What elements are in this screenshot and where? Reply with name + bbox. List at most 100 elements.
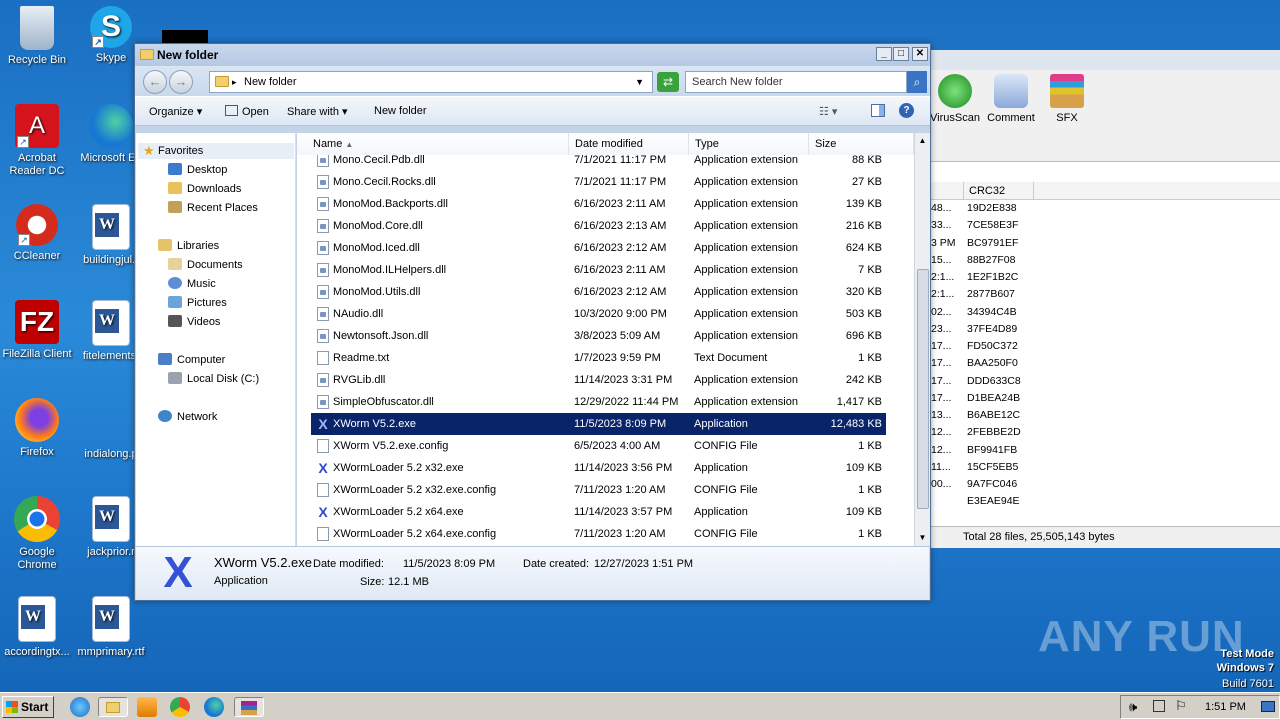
file-row[interactable]: RVGLib.dll 11/14/2023 3:31 PM Application … xyxy=(311,369,886,391)
preview-pane-icon[interactable] xyxy=(871,104,885,117)
file-row[interactable]: MonoMod.ILHelpers.dll 6/16/2023 2:11 AM Ap… xyxy=(311,259,886,281)
virusscan-button[interactable]: VirusScan xyxy=(923,74,987,124)
file-row[interactable]: Mono.Cecil.Rocks.dll 7/1/2021 11:17 PM App… xyxy=(311,171,886,193)
file-row[interactable]: MonoMod.Core.dll 6/16/2023 2:13 AM Applica… xyxy=(311,215,886,237)
nav-favorites[interactable]: ★ Favorites xyxy=(138,143,294,159)
crc-value: 34394C4B xyxy=(967,305,1017,318)
column-header-date[interactable]: Date modified xyxy=(569,133,689,155)
address-bar[interactable]: ▸ New folder ▼ xyxy=(209,71,653,93)
nav-desktop[interactable]: Desktop xyxy=(168,162,227,178)
flag-icon[interactable]: ⚐ xyxy=(1175,698,1187,714)
nav-videos[interactable]: Videos xyxy=(168,314,220,330)
nav-network[interactable]: Network xyxy=(158,409,217,425)
date-fragment: 2:1... xyxy=(931,271,955,283)
clock[interactable]: 1:51 PM xyxy=(1205,701,1246,713)
comment-button[interactable]: Comment xyxy=(979,74,1043,124)
file-row[interactable]: X XWormLoader 5.2 x32.exe 11/14/2023 3:56 … xyxy=(311,457,886,479)
desktop-icon-recycle-bin[interactable]: Recycle Bin xyxy=(0,6,74,67)
ie-icon[interactable] xyxy=(70,697,90,717)
address-dropdown-icon[interactable]: ▼ xyxy=(635,72,644,92)
file-row[interactable]: MonoMod.Backports.dll 6/16/2023 2:11 AM Ap… xyxy=(311,193,886,215)
new-folder-button[interactable]: New folder xyxy=(374,105,427,117)
file-row[interactable]: XWorm V5.2.exe.config 6/5/2023 4:00 AM CON… xyxy=(311,435,886,457)
nav-computer[interactable]: Computer xyxy=(158,352,225,368)
back-button[interactable]: ← xyxy=(143,70,167,94)
share-with-button[interactable]: Share with ▾ xyxy=(287,105,348,118)
dll-file-icon xyxy=(317,263,329,277)
crc-value: DDD633C8 xyxy=(967,374,1021,387)
winrar-taskbar-icon[interactable] xyxy=(234,697,264,717)
cell-size: 1 KB xyxy=(858,440,882,452)
nav-downloads[interactable]: Downloads xyxy=(168,181,241,197)
file-row[interactable]: MonoMod.Utils.dll 6/16/2023 2:12 AM Applic… xyxy=(311,281,886,303)
file-row[interactable]: XWormLoader 5.2 x64.exe.config 7/11/2023 … xyxy=(311,523,886,545)
file-row[interactable]: Readme.txt 1/7/2023 9:59 PM Text Document 1… xyxy=(311,347,886,369)
help-icon[interactable]: ? xyxy=(899,103,914,118)
search-input[interactable]: Search New folder xyxy=(685,71,907,93)
file-row[interactable]: SimpleObfuscator.dll 12/29/2022 11:44 PM A… xyxy=(311,391,886,413)
system-tray: 🕪 ⚐ 1:51 PM xyxy=(1120,695,1280,719)
show-desktop-icon[interactable] xyxy=(1261,701,1275,712)
cell-name: NAudio.dll xyxy=(333,308,384,320)
scroll-thumb[interactable] xyxy=(917,269,929,509)
dll-file-icon xyxy=(317,155,329,167)
scroll-down-arrow[interactable]: ▼ xyxy=(915,530,930,546)
close-button[interactable]: ✕ xyxy=(912,47,928,61)
nav-libraries[interactable]: Libraries xyxy=(158,238,219,254)
desktop-icon-filezilla[interactable]: FZ FileZilla Client xyxy=(0,300,74,361)
file-row[interactable]: X XWormLoader 5.2 x64.exe 11/14/2023 3:57 … xyxy=(311,501,886,523)
explorer-taskbar-icon[interactable] xyxy=(98,697,128,717)
file-row[interactable]: XWormLoader 5.2 x32.exe.config 7/11/2023 … xyxy=(311,479,886,501)
column-header-type[interactable]: Type xyxy=(689,133,809,155)
crc-value: 2FEBBE2D xyxy=(967,426,1021,439)
chrome-taskbar-icon[interactable] xyxy=(170,697,190,717)
minimize-button[interactable]: _ xyxy=(876,47,892,61)
breadcrumb[interactable]: New folder xyxy=(236,76,297,88)
bg-window-titlebar[interactable] xyxy=(931,50,1280,70)
vertical-scrollbar[interactable]: ▲ ▼ xyxy=(914,133,930,546)
explorer-window[interactable]: New folder _ □ ✕ ← → ▸ New folder ▼ ⇄ Se… xyxy=(134,43,931,601)
crc32-column-header[interactable]: CRC32 xyxy=(969,185,1005,197)
file-row[interactable]: Newtonsoft.Json.dll 3/8/2023 5:09 AM Appli… xyxy=(311,325,886,347)
column-header-name[interactable]: Name ▲ xyxy=(297,133,569,155)
file-row[interactable]: Mono.Cecil.Pdb.dll 7/1/2021 11:17 PM Appli… xyxy=(311,155,886,171)
media-player-icon[interactable] xyxy=(137,697,157,717)
views-icon[interactable]: ☷ ▾ xyxy=(819,105,837,118)
scroll-up-arrow[interactable]: ▲ xyxy=(915,133,930,149)
maximize-button[interactable]: □ xyxy=(893,47,909,61)
desktop-icon-accordingtx[interactable]: accordingtx... xyxy=(0,596,74,659)
edge-taskbar-icon[interactable] xyxy=(204,697,224,717)
open-button[interactable]: Open xyxy=(225,105,269,118)
desktop-icon-mmprimary[interactable]: mmprimary.rtf xyxy=(74,596,148,659)
nav-pictures[interactable]: Pictures xyxy=(168,295,227,311)
command-bar: Organize ▾ Open Share with ▾ New folder … xyxy=(135,96,930,126)
nav-recent-places[interactable]: Recent Places xyxy=(168,200,258,216)
organize-button[interactable]: Organize ▾ xyxy=(149,105,202,118)
sfx-button[interactable]: SFX xyxy=(1035,74,1099,124)
file-row-selected[interactable]: X XWorm V5.2.exe 11/5/2023 8:09 PM Applicat… xyxy=(311,413,886,435)
edge-icon xyxy=(89,104,133,148)
background-archive-window[interactable]: VirusScan Comment SFX CRC32 48... 33... 3 … xyxy=(930,50,1280,548)
nav-local-disk[interactable]: Local Disk (C:) xyxy=(168,371,259,387)
desktop-icon-acrobat[interactable]: A ↗ Acrobat Reader DC xyxy=(0,104,74,178)
cell-name: Newtonsoft.Json.dll xyxy=(333,330,429,342)
refresh-button[interactable]: ⇄ xyxy=(657,72,679,92)
start-button[interactable]: Start xyxy=(2,696,54,718)
column-header-size[interactable]: Size xyxy=(809,133,914,155)
breadcrumb-chevron-icon[interactable]: ▸ xyxy=(232,72,237,92)
cell-type: Application extension xyxy=(694,308,798,320)
nav-music[interactable]: Music xyxy=(168,276,216,292)
desktop-icon-chrome[interactable]: Google Chrome xyxy=(0,496,74,572)
desktop-icon-firefox[interactable]: Firefox xyxy=(0,398,74,459)
file-row[interactable]: MonoMod.Iced.dll 6/16/2023 2:12 AM Applica… xyxy=(311,237,886,259)
comment-icon xyxy=(994,74,1028,108)
explorer-titlebar[interactable]: New folder _ □ ✕ xyxy=(135,44,930,66)
volume-icon[interactable]: 🕪 xyxy=(1129,699,1137,715)
nav-documents[interactable]: Documents xyxy=(168,257,243,273)
desktop-icon-ccleaner[interactable]: ↗ CCleaner xyxy=(0,204,74,263)
search-icon[interactable]: ⌕ xyxy=(907,71,927,93)
network-tray-icon[interactable] xyxy=(1153,700,1165,712)
file-row[interactable]: NAudio.dll 10/3/2020 9:00 PM Application e… xyxy=(311,303,886,325)
forward-button[interactable]: → xyxy=(169,70,193,94)
column-divider xyxy=(1033,182,1034,200)
